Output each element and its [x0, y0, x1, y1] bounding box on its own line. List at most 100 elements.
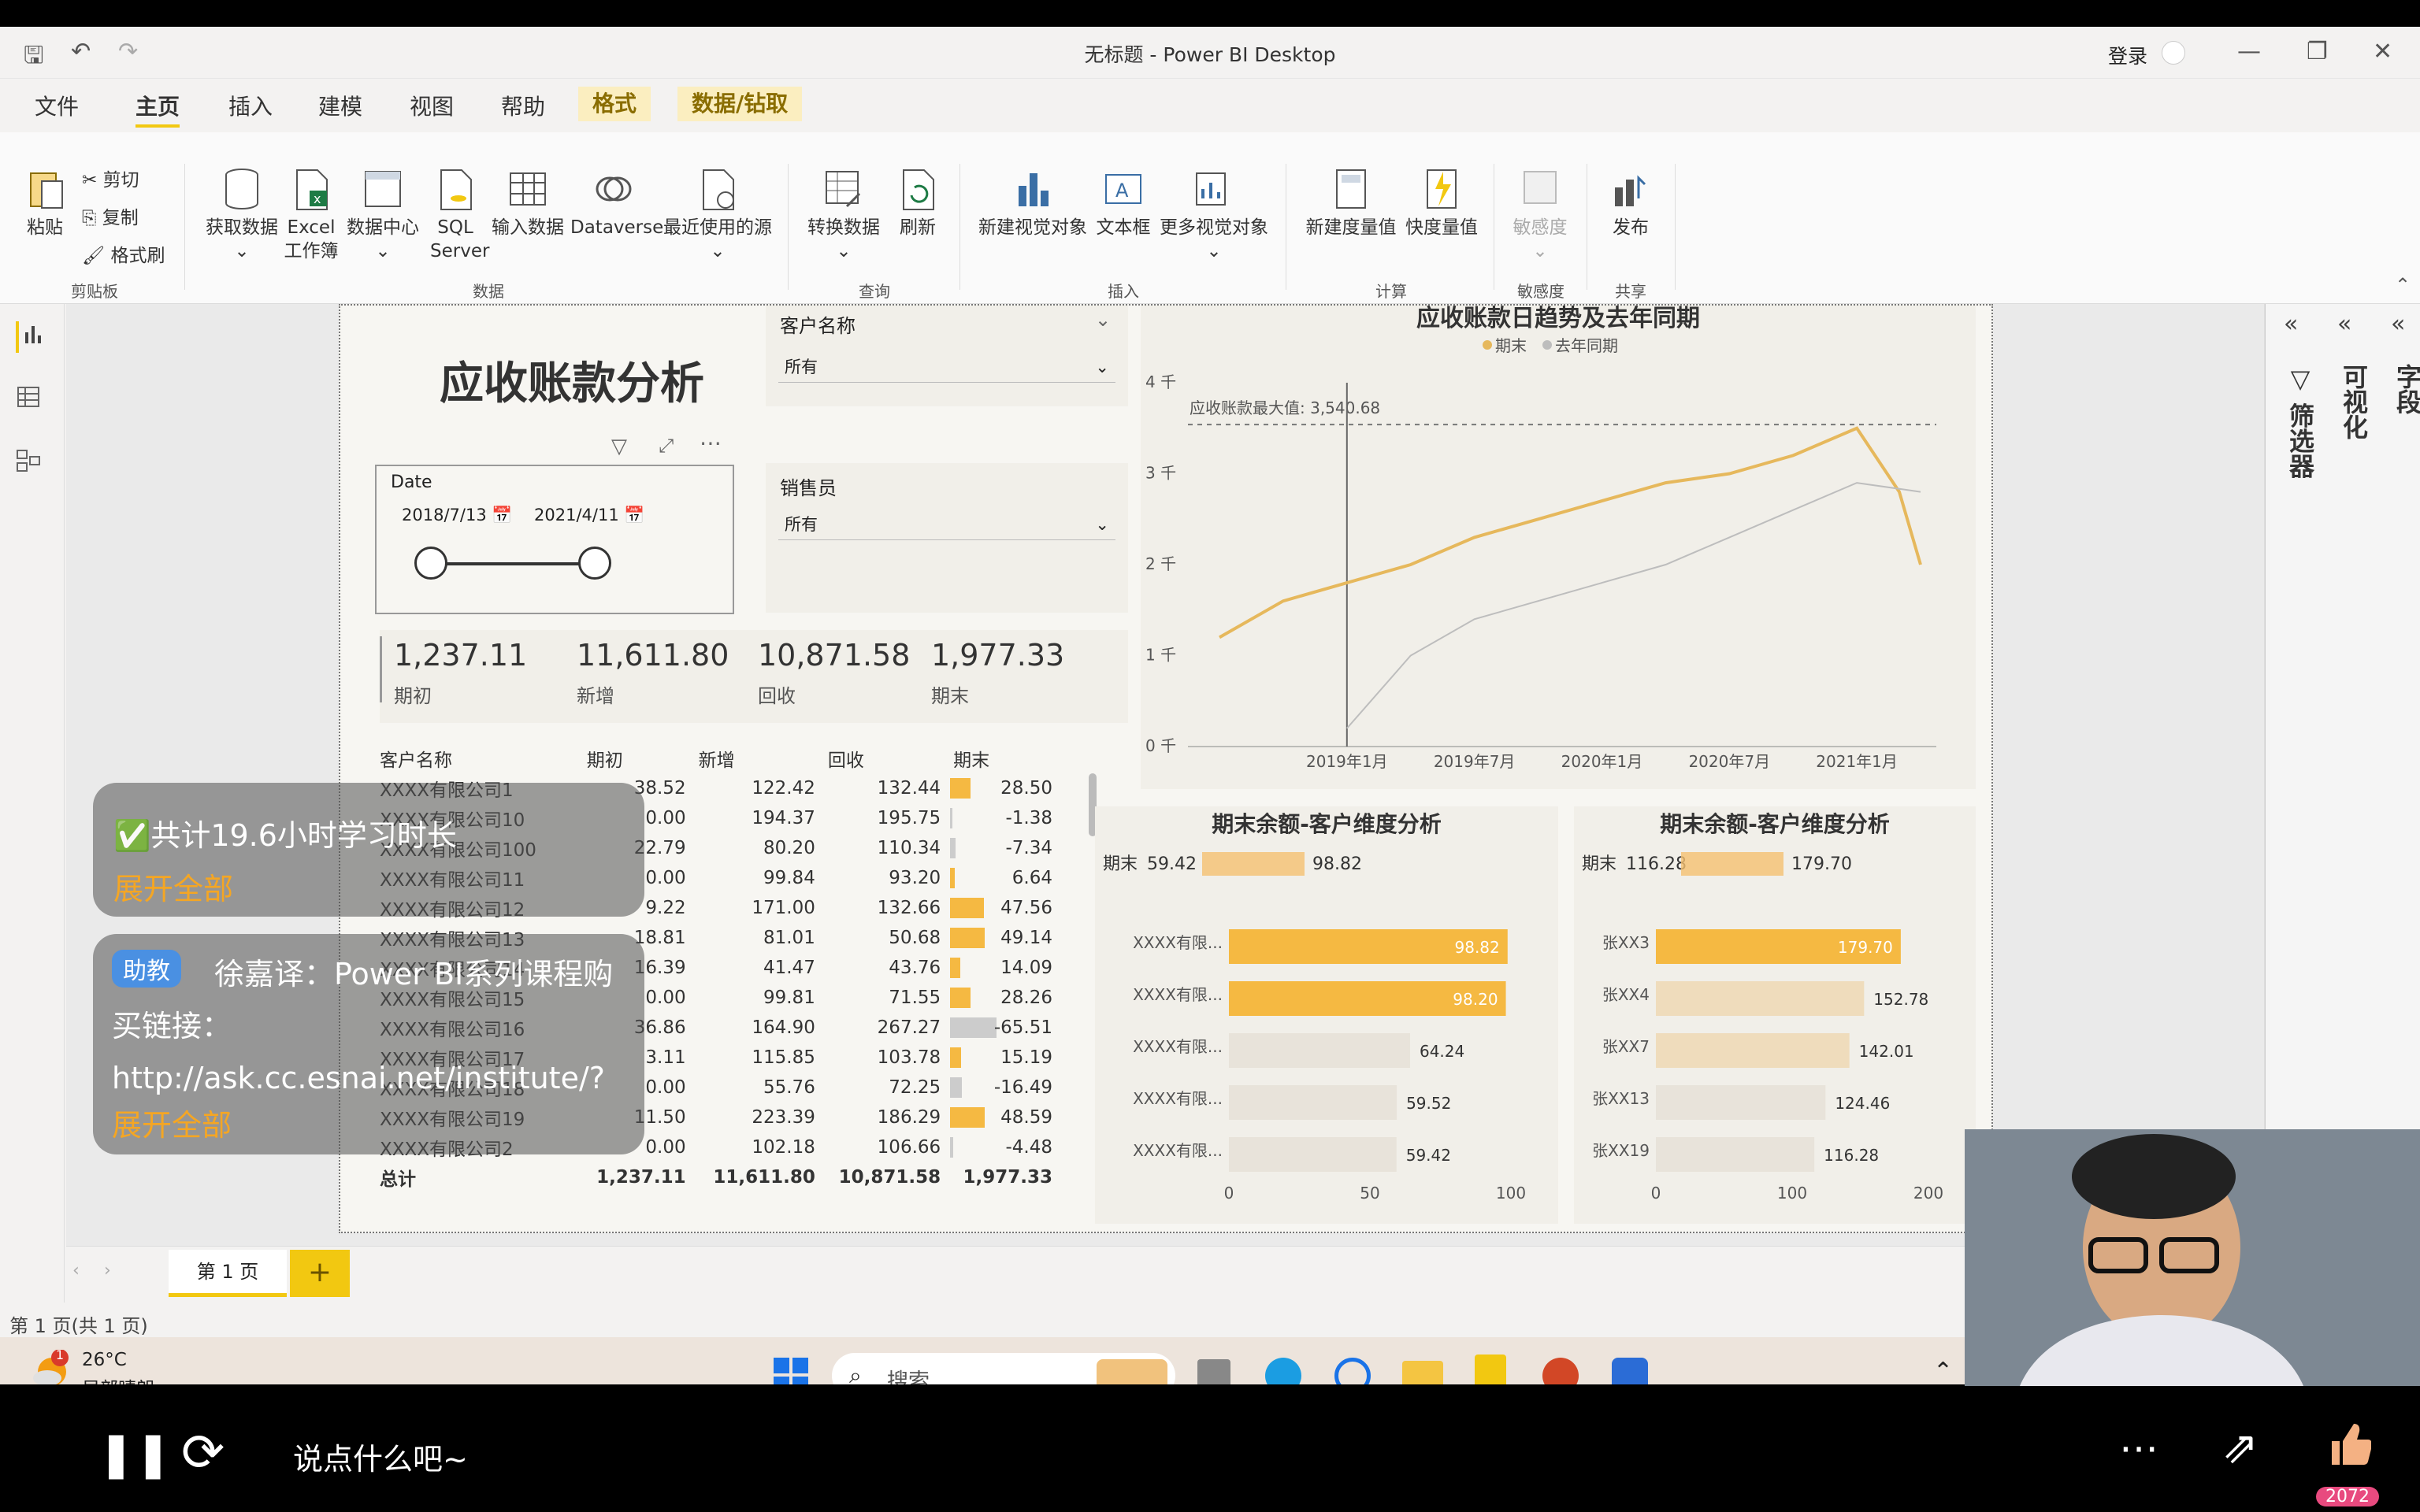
power-bi-taskbar-icon[interactable]	[1475, 1354, 1506, 1384]
comment-input[interactable]: 说点什么吧~	[293, 1435, 468, 1478]
date-end-handle[interactable]	[578, 547, 611, 580]
model-view-icon[interactable]	[16, 447, 47, 479]
y-tick-label: 3 千	[1145, 464, 1176, 483]
expand-link[interactable]: 展开全部	[112, 1101, 232, 1144]
date-end-input[interactable]: 2021/4/11 📅	[534, 506, 645, 525]
transform-data-button[interactable]: 转换数据 ⌄	[800, 167, 887, 263]
salesperson-dropdown[interactable]: 所有 ⌄	[778, 509, 1115, 540]
bar	[1656, 1137, 1815, 1172]
textbox-button[interactable]: A 文本框	[1092, 167, 1155, 239]
publish-button[interactable]: 发布	[1599, 167, 1662, 239]
restore-icon[interactable]: ❐	[2307, 38, 2328, 65]
pause-icon[interactable]: ❚❚	[98, 1429, 172, 1480]
filters-pane-label[interactable]: ▽ 筛选器	[2282, 364, 2318, 478]
date-slicer[interactable]: Date 2018/7/13 📅 2021/4/11 📅	[375, 465, 734, 614]
avatar[interactable]	[2162, 41, 2185, 65]
more-options-icon[interactable]: ⋯	[700, 430, 722, 456]
tab-file[interactable]: 文件	[35, 90, 79, 121]
minimize-icon[interactable]: —	[2237, 38, 2261, 65]
max-annotation: 应收账款最大值: 3,540.68	[1190, 398, 1380, 417]
format-painter-button[interactable]: 🖌 格式刷	[82, 244, 165, 268]
add-page-button[interactable]: +	[290, 1250, 350, 1297]
tab-home[interactable]: 主页	[135, 90, 180, 128]
loop-icon[interactable]: ⟳	[181, 1422, 225, 1483]
date-slicer-label: Date	[391, 472, 432, 492]
group-insert: 插入	[1108, 282, 1139, 301]
quick-measure-button[interactable]: 快度量值	[1402, 167, 1481, 239]
more-visuals-button[interactable]: 更多视觉对象 ⌄	[1155, 167, 1273, 263]
customer-bar-chart[interactable]: 期末余额-客户维度分析期末 59.42 98.82 XXXX有限... 98.82 XXX…	[1095, 806, 1558, 1224]
sql-server-button[interactable]: SQL Server	[430, 167, 489, 263]
recent-sources-button[interactable]: 最近使用的源 ⌄	[659, 167, 777, 263]
tab-view[interactable]: 视图	[410, 90, 454, 121]
collapse-ribbon-icon[interactable]: ⌃	[2395, 274, 2411, 296]
kpi-cards: 1,237.11 期初 11,611.80 新增 10,871.58 回收 1,…	[380, 630, 1128, 723]
next-page-icon[interactable]: ›	[104, 1261, 111, 1280]
search-app-icon[interactable]	[1334, 1358, 1371, 1384]
cell-value: 14.09	[1000, 958, 1052, 978]
collapse-filters-icon[interactable]: «	[2284, 310, 2298, 338]
page-tab-1[interactable]: 第 1 页	[169, 1250, 287, 1297]
collapse-visualizations-icon[interactable]: «	[2337, 310, 2351, 338]
prev-page-icon[interactable]: ‹	[72, 1261, 80, 1280]
excel-workbook-button[interactable]: x Excel 工作簿	[284, 167, 339, 263]
taskbar-search[interactable]: ⌕ 搜索	[832, 1353, 1175, 1384]
chevron-down-icon[interactable]: ⌄	[1095, 309, 1111, 331]
tab-modeling[interactable]: 建模	[318, 90, 362, 121]
table-cell: 223.39	[752, 1107, 815, 1128]
edge-icon[interactable]	[1265, 1358, 1301, 1384]
salesperson-slicer[interactable]: 销售员 所有 ⌄	[766, 463, 1128, 613]
weather-widget[interactable]: 1	[30, 1347, 71, 1384]
col-header[interactable]: 客户名称	[373, 743, 581, 773]
col-header[interactable]: 期末	[947, 743, 1059, 773]
filter-icon[interactable]: ▽	[611, 435, 627, 458]
more-icon[interactable]: ⋯	[2119, 1425, 2158, 1471]
date-start-input[interactable]: 2018/7/13 📅	[402, 506, 513, 525]
collapse-fields-icon[interactable]: «	[2391, 310, 2405, 338]
cell-value: 6.64	[1011, 868, 1052, 888]
share-icon[interactable]: ⇗	[2221, 1422, 2259, 1473]
tab-data-drill[interactable]: 数据/钻取	[677, 87, 803, 121]
close-icon[interactable]: ✕	[2373, 38, 2392, 65]
salesperson-bar-chart[interactable]: 期末余额-客户维度分析期末 116.28 179.70 张XX3 179.70 张XX4 1…	[1574, 806, 1976, 1224]
enter-data-button[interactable]: 输入数据	[488, 167, 567, 239]
expand-link[interactable]: 展开全部	[113, 865, 233, 908]
cut-button[interactable]: ✂ 剪切	[82, 169, 139, 192]
windows-start-icon[interactable]	[772, 1356, 810, 1384]
app-icon[interactable]	[1612, 1358, 1648, 1384]
customer-slicer[interactable]: 客户名称 ⌄ 所有 ⌄	[766, 306, 1128, 406]
tab-format[interactable]: 格式	[578, 87, 651, 121]
bar-value-label: 59.42	[1406, 1146, 1451, 1165]
login-link[interactable]: 登录	[2108, 41, 2147, 69]
tab-insert[interactable]: 插入	[228, 90, 273, 121]
data-hub-button[interactable]: 数据中心 ⌄	[343, 167, 422, 263]
col-header[interactable]: 新增	[692, 743, 822, 773]
table-cell: 115.85	[752, 1047, 815, 1068]
new-measure-button[interactable]: 新建度量值	[1300, 167, 1402, 239]
powerpoint-icon[interactable]	[1542, 1358, 1579, 1384]
trend-chart[interactable]: 应收账款日趋势及去年同期期末 去年同期 0 千 1 千 2 千 3 千 4 千 2019年1月…	[1141, 306, 1976, 789]
fields-pane-label[interactable]: 字段	[2389, 364, 2420, 414]
like-icon[interactable]	[2324, 1421, 2373, 1468]
file-explorer-icon[interactable]	[1402, 1361, 1443, 1384]
sensitivity-button[interactable]: 敏感度 ⌄	[1505, 167, 1576, 263]
report-view-icon[interactable]	[16, 321, 47, 353]
paste-button[interactable]: 粘贴	[17, 167, 72, 239]
dataverse-button[interactable]: Dataverse	[570, 167, 663, 239]
get-data-button[interactable]: 获取数据 ⌄	[199, 167, 285, 263]
tab-help[interactable]: 帮助	[501, 90, 545, 121]
copy-button[interactable]: ⎘ 复制	[82, 206, 139, 230]
new-visual-button[interactable]: 新建视觉对象	[974, 167, 1092, 239]
refresh-button[interactable]: 刷新	[890, 167, 945, 239]
bar	[1656, 1033, 1850, 1068]
date-start-handle[interactable]	[414, 547, 447, 580]
tray-chevron-icon[interactable]: ⌃	[1933, 1358, 1953, 1384]
visualizations-pane-label[interactable]: 可视化	[2336, 364, 2372, 439]
col-header[interactable]: 期初	[581, 743, 692, 773]
task-view-icon[interactable]	[1197, 1359, 1230, 1384]
focus-mode-icon[interactable]: ⤢	[659, 435, 674, 457]
data-view-icon[interactable]	[16, 384, 47, 416]
col-header[interactable]: 回收	[822, 743, 947, 773]
bar-value-label: 98.82	[1455, 938, 1500, 957]
customer-dropdown[interactable]: 所有 ⌄	[778, 351, 1115, 383]
